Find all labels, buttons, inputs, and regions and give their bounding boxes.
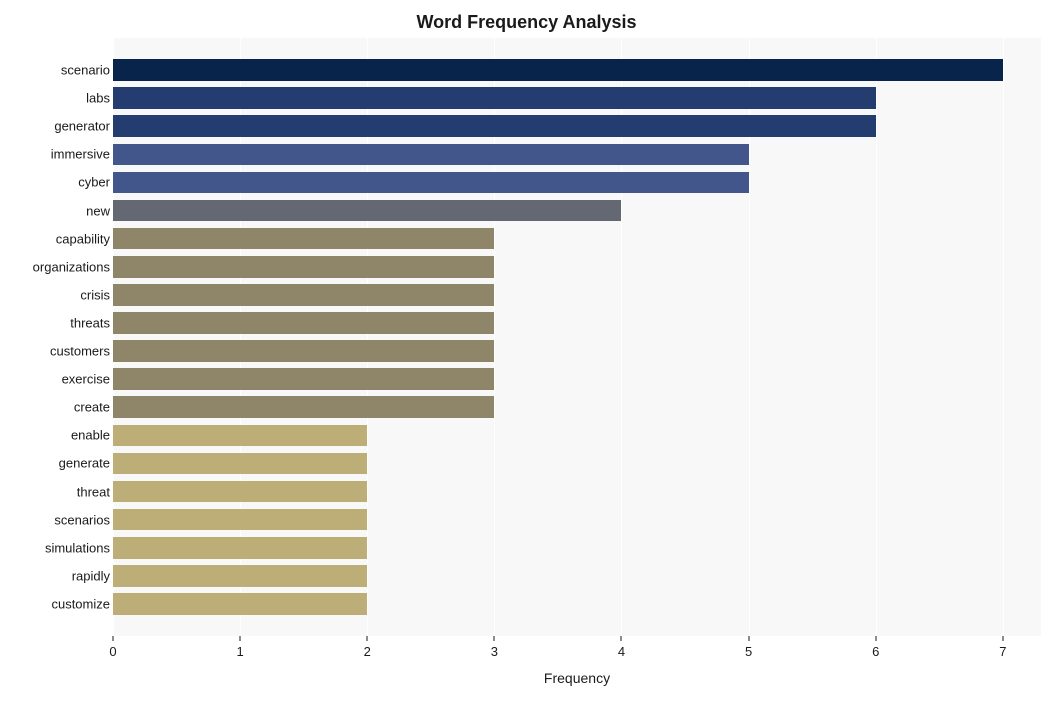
y-tick-label: rapidly xyxy=(72,568,110,583)
y-tick-label: capability xyxy=(56,231,110,246)
bar-labs xyxy=(113,87,876,109)
bar-generate xyxy=(113,453,367,475)
x-tick-label: 4 xyxy=(618,644,625,659)
x-axis-label: Frequency xyxy=(113,670,1041,686)
y-tick-label: create xyxy=(74,400,110,415)
bar-crisis xyxy=(113,284,494,306)
x-tick-label: 6 xyxy=(872,644,879,659)
y-tick-label: customers xyxy=(50,344,110,359)
y-tick-label: threats xyxy=(70,315,110,330)
bar-rect xyxy=(113,172,749,194)
bar-rapidly xyxy=(113,565,367,587)
bar-immersive xyxy=(113,144,749,166)
plot-area xyxy=(113,38,1041,636)
bar-rect xyxy=(113,115,876,137)
x-tick-mark xyxy=(621,636,622,641)
x-tick-label: 3 xyxy=(491,644,498,659)
gridline xyxy=(876,38,877,636)
bar-rect xyxy=(113,59,1003,81)
bar-create xyxy=(113,396,494,418)
bar-rect xyxy=(113,537,367,559)
bar-customers xyxy=(113,340,494,362)
bar-rect xyxy=(113,340,494,362)
bar-rect xyxy=(113,593,367,615)
y-tick-label: crisis xyxy=(80,287,110,302)
bar-rect xyxy=(113,228,494,250)
bar-rect xyxy=(113,87,876,109)
bar-scenarios xyxy=(113,509,367,531)
y-tick-label: labs xyxy=(86,91,110,106)
x-tick-label: 1 xyxy=(236,644,243,659)
x-axis: 01234567 xyxy=(113,636,1041,666)
bar-exercise xyxy=(113,368,494,390)
bar-customize xyxy=(113,593,367,615)
x-tick-mark xyxy=(494,636,495,641)
y-tick-label: immersive xyxy=(51,147,110,162)
bar-rect xyxy=(113,312,494,334)
bar-generator xyxy=(113,115,876,137)
bar-simulations xyxy=(113,537,367,559)
y-tick-label: new xyxy=(86,203,110,218)
x-tick-mark xyxy=(240,636,241,641)
y-tick-label: generate xyxy=(59,456,110,471)
x-tick-label: 2 xyxy=(364,644,371,659)
x-tick-mark xyxy=(1002,636,1003,641)
x-tick-mark xyxy=(875,636,876,641)
y-tick-label: cyber xyxy=(78,175,110,190)
bar-threats xyxy=(113,312,494,334)
bar-cyber xyxy=(113,172,749,194)
x-tick-label: 7 xyxy=(999,644,1006,659)
y-tick-label: generator xyxy=(54,119,110,134)
bar-rect xyxy=(113,565,367,587)
bar-threat xyxy=(113,481,367,503)
bar-rect xyxy=(113,453,367,475)
bar-rect xyxy=(113,481,367,503)
x-tick-mark xyxy=(367,636,368,641)
y-tick-label: enable xyxy=(71,428,110,443)
bar-scenario xyxy=(113,59,1003,81)
y-tick-label: scenario xyxy=(61,63,110,78)
bar-rect xyxy=(113,509,367,531)
bar-rect xyxy=(113,144,749,166)
y-tick-label: simulations xyxy=(45,540,110,555)
bar-rect xyxy=(113,284,494,306)
x-tick-label: 5 xyxy=(745,644,752,659)
y-tick-label: exercise xyxy=(62,372,110,387)
x-tick-mark xyxy=(113,636,114,641)
y-tick-label: scenarios xyxy=(54,512,110,527)
gridline xyxy=(1003,38,1004,636)
bar-capability xyxy=(113,228,494,250)
y-tick-label: customize xyxy=(51,596,110,611)
chart-title: Word Frequency Analysis xyxy=(0,0,1053,41)
bar-rect xyxy=(113,396,494,418)
bar-rect xyxy=(113,425,367,447)
bar-organizations xyxy=(113,256,494,278)
bar-new xyxy=(113,200,621,222)
bar-rect xyxy=(113,256,494,278)
y-tick-label: organizations xyxy=(33,259,110,274)
y-tick-label: threat xyxy=(77,484,110,499)
x-tick-mark xyxy=(748,636,749,641)
bar-rect xyxy=(113,368,494,390)
x-tick-label: 0 xyxy=(109,644,116,659)
bar-rect xyxy=(113,200,621,222)
bar-enable xyxy=(113,425,367,447)
